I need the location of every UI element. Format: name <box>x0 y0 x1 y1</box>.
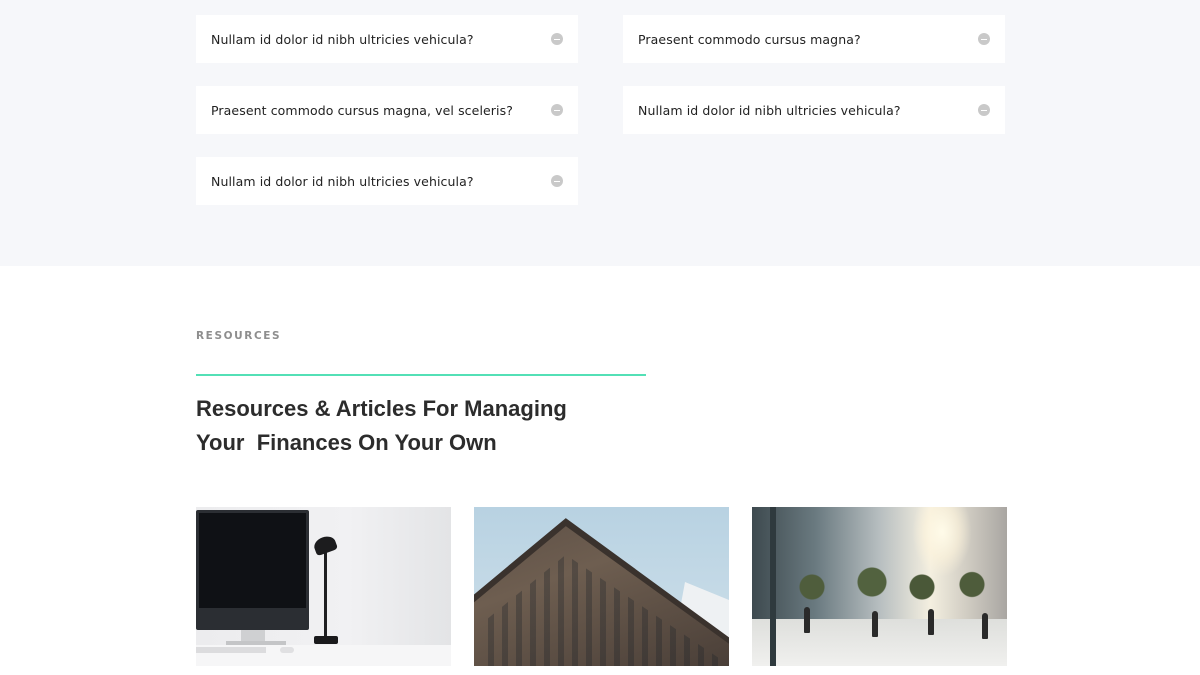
faq-question: Nullam id dolor id nibh ultricies vehicu… <box>638 102 901 118</box>
faq-item[interactable]: Praesent commodo cursus magna? <box>623 15 1005 63</box>
street-pole <box>770 507 776 666</box>
faq-item[interactable]: Nullam id dolor id nibh ultricies vehicu… <box>196 15 578 63</box>
monitor-shape <box>196 510 309 630</box>
faq-section: Nullam id dolor id nibh ultricies vehicu… <box>0 0 1200 266</box>
pedestrian <box>804 607 810 633</box>
collapse-circle-icon[interactable] <box>551 33 563 45</box>
faq-question: Nullam id dolor id nibh ultricies vehicu… <box>211 31 474 47</box>
article-card-image[interactable] <box>752 507 1007 666</box>
mouse-shape <box>280 647 294 653</box>
lamp-arm <box>324 551 327 637</box>
lamp-base <box>314 636 338 644</box>
heading-line-1: Resources & Articles For Managing <box>196 396 567 421</box>
section-eyebrow: RESOURCES <box>196 330 282 342</box>
faq-item[interactable]: Nullam id dolor id nibh ultricies vehicu… <box>196 157 578 205</box>
collapse-circle-icon[interactable] <box>551 104 563 116</box>
article-card-image[interactable] <box>474 507 729 666</box>
keyboard-shape <box>196 647 266 653</box>
pedestrian <box>928 609 934 635</box>
article-card-image[interactable] <box>196 507 451 666</box>
collapse-circle-icon[interactable] <box>551 175 563 187</box>
heading-line-2: Your Finances On Your Own <box>196 430 497 455</box>
street-ground <box>752 619 1007 666</box>
monitor-base <box>226 641 286 645</box>
collapse-circle-icon[interactable] <box>978 33 990 45</box>
faq-item[interactable]: Nullam id dolor id nibh ultricies vehicu… <box>623 86 1005 134</box>
collapse-circle-icon[interactable] <box>978 104 990 116</box>
faq-item[interactable]: Praesent commodo cursus magna, vel scele… <box>196 86 578 134</box>
pedestrian <box>872 611 878 637</box>
accent-divider <box>196 374 646 376</box>
palm-trees <box>792 567 992 617</box>
faq-question: Praesent commodo cursus magna, vel scele… <box>211 102 513 118</box>
section-heading: Resources & Articles For Managing Your F… <box>196 392 656 460</box>
faq-question: Nullam id dolor id nibh ultricies vehicu… <box>211 173 474 189</box>
faq-question: Praesent commodo cursus magna? <box>638 31 861 47</box>
pedestrian <box>982 613 988 639</box>
